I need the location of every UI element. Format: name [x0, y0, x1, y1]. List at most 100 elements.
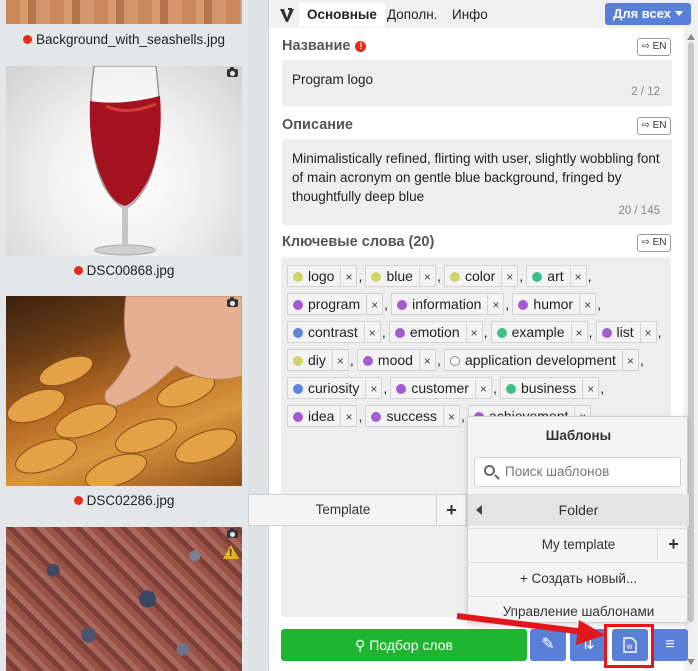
remove-keyword-icon[interactable]: ×	[474, 379, 491, 399]
keyword-color-dot	[396, 383, 407, 394]
thumbnail-wine-glass[interactable]	[6, 66, 242, 256]
templates-title: Шаблоны	[545, 428, 612, 443]
description-input[interactable]: Minimalistically refined, flirting with …	[282, 139, 672, 225]
keyword-text: business	[520, 380, 577, 396]
keyword-chip[interactable]: application development ×	[443, 349, 639, 371]
templates-folder[interactable]: Folder	[468, 494, 689, 526]
remove-keyword-icon[interactable]: ×	[569, 267, 586, 287]
thumbnail-granite[interactable]: !	[6, 527, 242, 671]
hamburger-icon: ≡	[665, 636, 675, 653]
keyword-separator: ,	[588, 324, 593, 340]
remove-keyword-icon[interactable]: ×	[365, 379, 381, 399]
keyword-chip[interactable]: contrast ×	[287, 321, 381, 343]
keyword-chip[interactable]: idea ×	[287, 405, 358, 427]
remove-keyword-icon[interactable]: ×	[621, 351, 638, 371]
keyword-chip[interactable]: color ×	[443, 265, 519, 287]
keyword-color-dot	[449, 355, 460, 366]
keyword-text: contrast	[308, 324, 358, 340]
keyword-separator: ,	[381, 324, 386, 340]
title-counter: 2 / 12	[631, 86, 660, 98]
remove-keyword-icon[interactable]: ×	[340, 267, 356, 287]
template-my-template[interactable]: My template +	[468, 528, 689, 560]
keyword-color-dot	[496, 327, 507, 338]
keyword-chip[interactable]: success ×	[365, 405, 461, 427]
keyword-chip[interactable]: program ×	[287, 293, 384, 315]
keyword-chip[interactable]: humor ×	[512, 293, 597, 315]
camera-icon	[227, 528, 238, 538]
keyword-row: logo ×, blue ×, color ×, art ×,	[287, 265, 665, 293]
keyword-color-dot	[293, 299, 303, 310]
remove-keyword-icon[interactable]: ×	[363, 323, 380, 343]
keyword-separator: ,	[436, 352, 441, 368]
keyword-text: humor	[533, 296, 574, 312]
keyword-chip[interactable]: blue ×	[365, 265, 436, 287]
title-input[interactable]: Program logo 2 / 12	[282, 60, 672, 106]
keyword-chip[interactable]: art ×	[526, 265, 587, 287]
add-template-icon[interactable]: +	[436, 495, 466, 525]
menu-button[interactable]: ≡	[652, 629, 688, 661]
keyword-text: example	[511, 324, 565, 340]
keyword-chip[interactable]: business ×	[499, 377, 600, 399]
thumbnail-seashells[interactable]	[6, 0, 242, 24]
keyword-chip[interactable]: information ×	[391, 293, 505, 315]
keyword-color-dot	[532, 271, 543, 282]
keyword-color-dot	[362, 355, 373, 366]
image-gallery: Background_with_seashells.jpg DSC00868.j…	[0, 0, 248, 671]
camera-icon	[227, 297, 238, 307]
keyword-chip[interactable]: list ×	[595, 321, 657, 343]
keyword-chip[interactable]: logo ×	[287, 265, 358, 287]
remove-keyword-icon[interactable]: ×	[487, 295, 503, 315]
remove-keyword-icon[interactable]: ×	[639, 323, 656, 343]
keyword-color-dot	[293, 411, 303, 422]
scroll-down-icon[interactable]	[687, 659, 695, 665]
keyword-row: diy ×, mood ×, application development ×,	[287, 349, 665, 377]
templates-search-input[interactable]: Поиск шаблонов	[474, 457, 681, 487]
remove-keyword-icon[interactable]: ×	[570, 323, 587, 343]
thumbnail-pastries[interactable]	[6, 296, 242, 486]
remove-keyword-icon[interactable]: ×	[418, 267, 435, 287]
tab-extra[interactable]: Дополн.	[379, 3, 445, 27]
keyword-separator: ,	[358, 268, 363, 284]
remove-keyword-icon[interactable]: ×	[331, 351, 348, 371]
keyword-chip[interactable]: emotion ×	[388, 321, 483, 343]
create-template-button[interactable]: + Создать новый...	[468, 562, 689, 594]
remove-keyword-icon[interactable]: ×	[340, 407, 356, 427]
keyword-separator: ,	[600, 380, 605, 396]
keyword-color-dot	[371, 411, 382, 422]
remove-keyword-icon[interactable]: ×	[579, 295, 595, 315]
title-lang-button[interactable]: ⇨ EN	[637, 38, 671, 56]
keyword-text: logo	[308, 268, 335, 284]
keyword-chip[interactable]: diy ×	[287, 349, 349, 371]
back-arrow-icon[interactable]	[476, 505, 482, 515]
description-lang-button[interactable]: ⇨ EN	[637, 117, 671, 135]
camera-icon	[227, 67, 238, 77]
keyword-chip[interactable]: mood ×	[356, 349, 436, 371]
status-dot	[73, 266, 83, 275]
templates-popup: Шаблоны Поиск шаблонов Folder My templat…	[467, 416, 689, 623]
pastries-image	[6, 296, 242, 486]
template-item[interactable]: Template +	[248, 494, 467, 526]
keyword-separator: ,	[519, 268, 524, 284]
keyword-chip[interactable]: example ×	[490, 321, 588, 343]
tab-main[interactable]: Основные	[299, 3, 385, 27]
keyword-chip[interactable]: customer ×	[390, 377, 492, 399]
keyword-chip[interactable]: curiosity ×	[287, 377, 383, 399]
status-dot	[22, 35, 32, 44]
remove-keyword-icon[interactable]: ×	[582, 379, 598, 399]
keyword-color-dot	[449, 271, 460, 282]
app-logo-icon[interactable]	[275, 3, 299, 27]
remove-keyword-icon[interactable]: ×	[366, 295, 382, 315]
keyword-separator: ,	[597, 296, 601, 312]
add-template-icon[interactable]: +	[657, 529, 689, 560]
remove-keyword-icon[interactable]: ×	[418, 351, 435, 371]
keywords-lang-button[interactable]: ⇨ EN	[637, 234, 671, 252]
keyword-color-dot	[293, 383, 303, 394]
remove-keyword-icon[interactable]: ×	[443, 407, 459, 427]
remove-keyword-icon[interactable]: ×	[501, 267, 517, 287]
tab-info[interactable]: Инфо	[444, 3, 496, 27]
keyword-text: list	[616, 324, 634, 340]
scroll-up-icon[interactable]	[687, 34, 695, 40]
remove-keyword-icon[interactable]: ×	[465, 323, 482, 343]
keyword-text: information	[412, 296, 482, 312]
for-all-dropdown[interactable]: Для всех	[605, 3, 691, 25]
